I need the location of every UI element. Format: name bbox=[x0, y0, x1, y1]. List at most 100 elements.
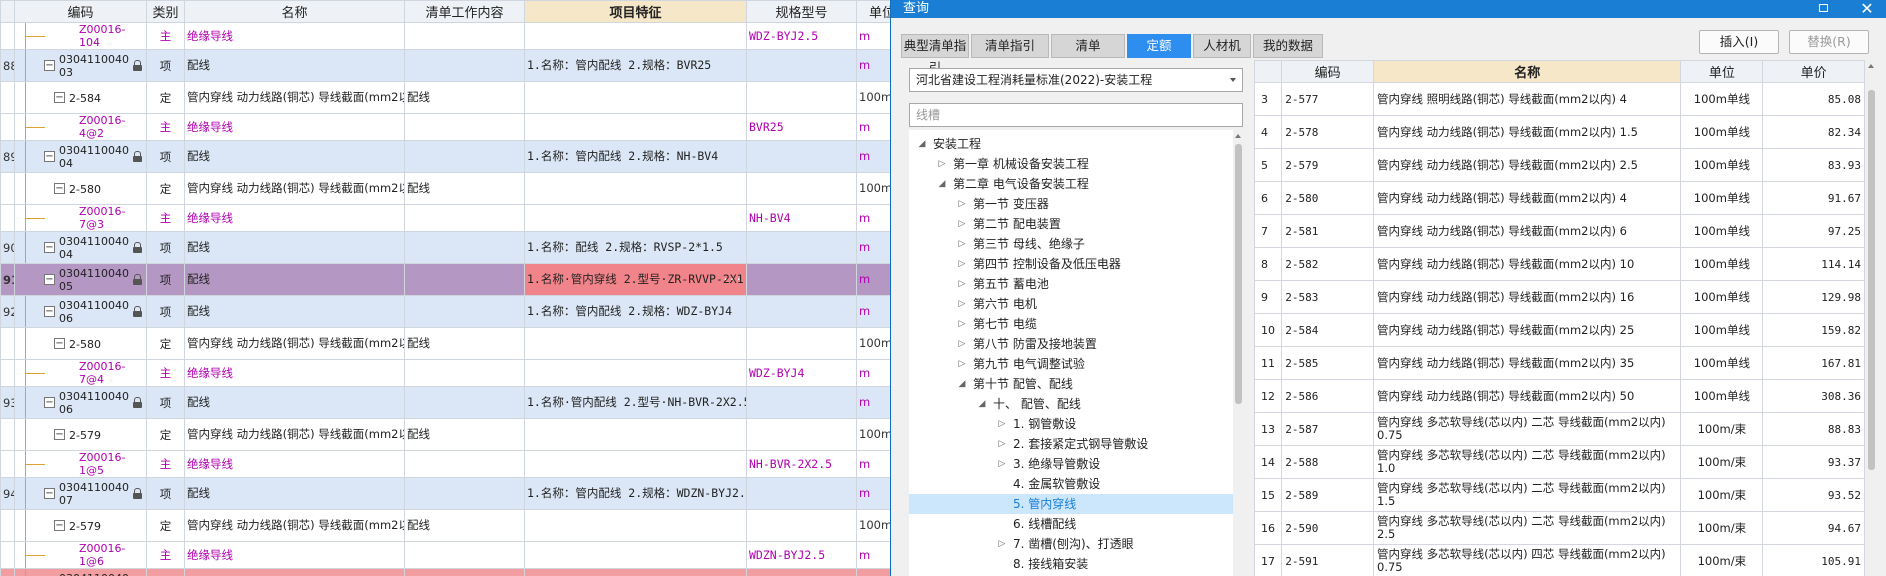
content-cell[interactable] bbox=[404, 450, 525, 478]
minus-box-icon[interactable]: − bbox=[44, 241, 55, 253]
tree-node[interactable]: ▷ 第一节 变压器 bbox=[909, 194, 1233, 214]
triangle-right-icon[interactable]: ▷ bbox=[957, 234, 967, 254]
name-cell[interactable]: 管内穿线 动力线路(铜芯) 导线截面(mm2以内) 2.5 bbox=[184, 418, 405, 451]
tree-node[interactable]: ▷ 2. 套接紧定式钢导管敷设 bbox=[909, 434, 1233, 454]
type-cell[interactable]: 主 bbox=[146, 450, 185, 478]
tab-typical-guide[interactable]: 典型清单指引 bbox=[901, 34, 969, 75]
name-cell[interactable]: 配线 bbox=[184, 231, 405, 264]
minus-box-icon[interactable]: − bbox=[44, 487, 55, 499]
col-type-header[interactable]: 类别 bbox=[146, 0, 185, 23]
results-price-header[interactable]: 单价 bbox=[1762, 60, 1865, 83]
unit-cell[interactable]: 100m单线 bbox=[856, 172, 890, 205]
table-row[interactable]: −2-584定管内穿线 动力线路(铜芯) 导线截面(mm2以内) 25配线100… bbox=[0, 81, 890, 114]
model-cell[interactable]: WDZN-BYJ2.5 bbox=[746, 541, 857, 569]
type-cell[interactable]: 定 bbox=[146, 509, 185, 542]
result-unit[interactable]: 100m单线 bbox=[1680, 115, 1764, 149]
name-cell[interactable]: 管内穿线 动力线路(铜芯) 导线截面(mm2以内) 25 bbox=[184, 81, 405, 114]
table-row[interactable]: 89−030411004004项配线1.名称：管内配线 2.规格：NH-BV4m bbox=[0, 140, 890, 173]
result-code[interactable]: 2-587 bbox=[1281, 412, 1374, 446]
name-cell[interactable]: 配线 bbox=[184, 477, 405, 510]
tree-node[interactable]: ▷ 第六节 电机 bbox=[909, 294, 1233, 314]
model-cell[interactable] bbox=[746, 172, 857, 205]
content-cell[interactable]: 配线 bbox=[404, 172, 525, 205]
content-cell[interactable] bbox=[404, 477, 525, 510]
triangle-right-icon[interactable]: ▷ bbox=[957, 194, 967, 214]
result-name[interactable]: 管内穿线 多芯软导线(芯以内) 二芯 导线截面(mm2以内) 0.75 bbox=[1372, 412, 1682, 446]
tab-resources[interactable]: 人材机 bbox=[1193, 34, 1251, 58]
content-cell[interactable]: 配线 bbox=[404, 509, 525, 542]
result-name[interactable]: 管内穿线 动力线路(铜芯) 导线截面(mm2以内) 2.5 bbox=[1372, 148, 1682, 182]
feature-cell[interactable] bbox=[524, 81, 747, 114]
name-cell[interactable]: 配线 bbox=[184, 49, 405, 82]
tree-node[interactable]: 6. 线槽配线 bbox=[909, 514, 1233, 534]
feature-cell[interactable] bbox=[524, 22, 747, 50]
unit-cell[interactable]: m bbox=[856, 477, 890, 510]
triangle-right-icon[interactable]: ▷ bbox=[997, 534, 1007, 554]
feature-cell[interactable]: 1.名称：管内配线 2.规格：WDZ-BYJ4 bbox=[524, 295, 747, 328]
content-cell[interactable]: 配线 bbox=[404, 81, 525, 114]
feature-cell[interactable]: 1.名称：管内配线 2.规格：BVR25 bbox=[524, 49, 747, 82]
result-price[interactable]: 129.98 bbox=[1762, 280, 1865, 314]
type-cell[interactable]: 项 bbox=[146, 295, 185, 328]
result-unit[interactable]: 100m/束 bbox=[1680, 544, 1764, 576]
triangle-right-icon[interactable]: ▷ bbox=[997, 414, 1007, 434]
tree-node[interactable]: ◢ 安装工程 bbox=[909, 134, 1233, 154]
result-code[interactable]: 2-584 bbox=[1281, 313, 1374, 347]
tree-node[interactable]: 5. 管内穿线 bbox=[909, 494, 1233, 514]
tab-bill-guide[interactable]: 清单指引 bbox=[971, 34, 1049, 58]
tree-scrollbar[interactable] bbox=[1233, 130, 1244, 576]
tree-node[interactable]: ◢ 十、 配管、配线 bbox=[909, 394, 1233, 414]
content-cell[interactable] bbox=[404, 263, 525, 296]
result-price[interactable]: 85.08 bbox=[1762, 82, 1865, 116]
result-code[interactable]: 2-591 bbox=[1281, 544, 1374, 576]
result-code[interactable]: 2-589 bbox=[1281, 478, 1374, 512]
result-price[interactable]: 93.37 bbox=[1762, 445, 1865, 479]
tree-scroll-thumb[interactable] bbox=[1235, 144, 1242, 404]
result-code[interactable]: 2-579 bbox=[1281, 148, 1374, 182]
code-cell[interactable]: −2-584 bbox=[14, 81, 147, 114]
col-model-header[interactable]: 规格型号 bbox=[746, 0, 857, 23]
result-code[interactable]: 2-586 bbox=[1281, 379, 1374, 413]
col-code-header[interactable]: 编码 bbox=[14, 0, 147, 23]
name-cell[interactable]: 绝缘导线 bbox=[184, 359, 405, 387]
feature-cell[interactable] bbox=[524, 359, 747, 387]
type-cell[interactable]: 定 bbox=[146, 327, 185, 360]
table-row[interactable]: 93−030411004006项配线1.名称·管内配线 2.型号·NH-BVR-… bbox=[0, 386, 890, 419]
name-cell[interactable]: 绝缘导线 bbox=[184, 22, 405, 50]
result-name[interactable]: 管内穿线 多芯软导线(芯以内) 二芯 导线截面(mm2以内) 2.5 bbox=[1372, 511, 1682, 545]
triangle-down-icon[interactable]: ◢ bbox=[937, 174, 947, 194]
result-name[interactable]: 管内穿线 动力线路(铜芯) 导线截面(mm2以内) 10 bbox=[1372, 247, 1682, 281]
content-cell[interactable] bbox=[404, 140, 525, 173]
feature-cell[interactable]: 1.名称：管内配线 2.规格：WDZN-BYJ2.5 bbox=[524, 477, 747, 510]
model-cell[interactable] bbox=[746, 418, 857, 451]
triangle-right-icon[interactable]: ▷ bbox=[957, 334, 967, 354]
model-cell[interactable]: NH-BV4 bbox=[746, 204, 857, 232]
triangle-right-icon[interactable]: ▷ bbox=[957, 354, 967, 374]
type-cell[interactable]: 项 bbox=[146, 231, 185, 264]
scroll-up-icon[interactable] bbox=[1235, 134, 1241, 138]
triangle-right-icon[interactable]: ▷ bbox=[957, 274, 967, 294]
content-cell[interactable] bbox=[404, 541, 525, 569]
result-name[interactable]: 管内穿线 多芯软导线(芯以内) 四芯 导线截面(mm2以内) 0.75 bbox=[1372, 544, 1682, 576]
col-unit-header[interactable]: 单位 bbox=[856, 0, 890, 23]
result-code[interactable]: 2-585 bbox=[1281, 346, 1374, 380]
result-price[interactable]: 94.67 bbox=[1762, 511, 1865, 545]
tree-node[interactable]: 4. 金属软管敷设 bbox=[909, 474, 1233, 494]
code-cell[interactable]: Z00016-4@2 bbox=[14, 113, 147, 141]
minus-box-icon[interactable]: − bbox=[44, 396, 55, 408]
minus-box-icon[interactable]: − bbox=[54, 182, 65, 194]
close-icon[interactable]: ✕ bbox=[1852, 0, 1882, 18]
content-cell[interactable] bbox=[404, 49, 525, 82]
result-name[interactable]: 管内穿线 照明线路(铜芯) 导线截面(mm2以内) 4 bbox=[1372, 82, 1682, 116]
code-cell[interactable]: −030411004006 bbox=[14, 295, 147, 328]
feature-cell[interactable] bbox=[524, 541, 747, 569]
tree-node[interactable]: ◢ 第十节 配管、配线 bbox=[909, 374, 1233, 394]
name-cell[interactable]: 配线 bbox=[184, 140, 405, 173]
type-cell[interactable]: 项 bbox=[146, 568, 185, 576]
code-cell[interactable]: −030411004005 bbox=[14, 263, 147, 296]
content-cell[interactable]: 配线 bbox=[404, 327, 525, 360]
unit-cell[interactable]: m bbox=[856, 541, 890, 569]
type-cell[interactable]: 定 bbox=[146, 81, 185, 114]
tree-node[interactable]: ▷ 第一章 机械设备安装工程 bbox=[909, 154, 1233, 174]
tree-node[interactable]: ▷ 第七节 电缆 bbox=[909, 314, 1233, 334]
